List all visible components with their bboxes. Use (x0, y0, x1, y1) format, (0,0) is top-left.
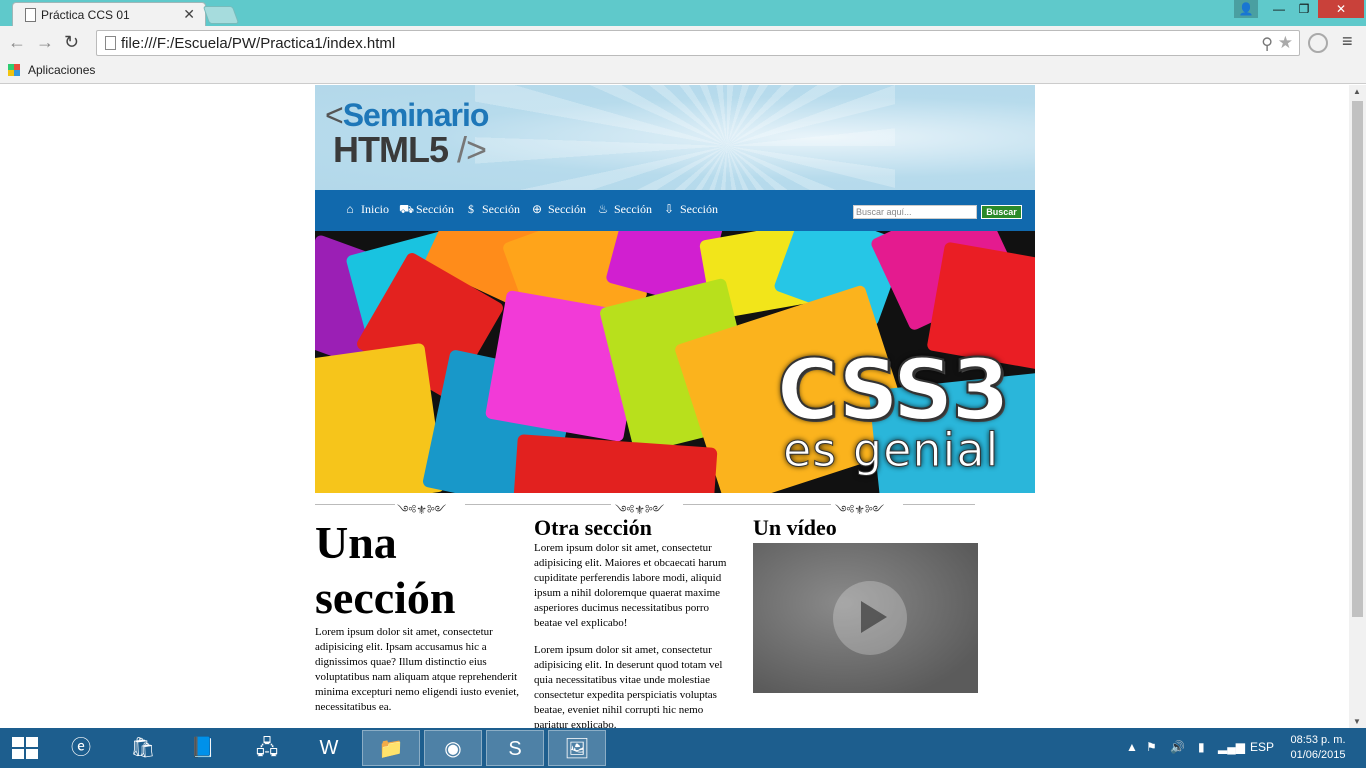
hero-subtitle: es genial (782, 423, 1000, 478)
browser-titlebar: Práctica CCS 01 ✕ 👤 — ❐ ✕ (0, 0, 1366, 26)
section-title: Otra sección (534, 515, 652, 540)
reload-icon[interactable]: ↻ (64, 32, 79, 53)
hero-image: CSS3 es genial (315, 231, 1035, 493)
start-button[interactable] (12, 737, 38, 759)
tab-close-icon[interactable]: ✕ (183, 6, 195, 23)
browser-toolbar: ← → ↻ file:///F:/Escuela/PW/Practica1/in… (0, 26, 1366, 60)
language-indicator[interactable]: ESP (1250, 740, 1274, 754)
nav-item-seccion-2[interactable]: $ Sección (465, 202, 520, 217)
sublime-text-icon[interactable]: S (486, 730, 544, 766)
video-player[interactable] (753, 543, 978, 693)
scroll-up-icon[interactable]: ▲ (1353, 87, 1361, 96)
scroll-thumb[interactable] (1352, 101, 1363, 617)
internet-explorer-icon[interactable]: ⓔ (52, 730, 110, 766)
ornament-divider: ༺⚜༻ (535, 497, 755, 517)
play-icon (861, 601, 887, 633)
globe-icon: ⊕ (531, 202, 543, 216)
dollar-icon: $ (468, 202, 474, 216)
file-explorer-icon[interactable]: 📁 (362, 730, 420, 766)
site-banner: <Seminario HTML5 /> (315, 85, 1035, 190)
restore-button[interactable]: ❐ (1292, 0, 1316, 18)
ornament-divider: ༺⚜༻ (755, 497, 975, 517)
network-icon[interactable]: 🖧 (238, 730, 296, 766)
section-column-1: Una sección Lorem ipsum dolor sit amet, … (315, 515, 531, 727)
wifi-icon[interactable]: ▂▄▆ (1218, 740, 1245, 754)
nav-item-inicio[interactable]: ⌂ Inicio (344, 202, 389, 217)
battery-icon[interactable]: ▮ (1198, 740, 1205, 754)
address-bar[interactable]: file:///F:/Escuela/PW/Practica1/index.ht… (96, 30, 1300, 56)
clock-date: 01/06/2015 (1290, 749, 1346, 761)
volume-icon[interactable]: 🔊 (1170, 740, 1185, 754)
banner-rays (475, 85, 895, 190)
scroll-down-icon[interactable]: ▼ (1353, 717, 1361, 726)
extension-icon[interactable] (1308, 33, 1328, 53)
clock-time: 08:53 p. m. (1290, 734, 1346, 746)
tray-expand-icon[interactable]: ▲ (1126, 740, 1138, 754)
store-icon[interactable]: 🛍 (114, 730, 172, 766)
close-window-button[interactable]: ✕ (1318, 0, 1364, 18)
forward-arrow-icon[interactable]: → (36, 32, 54, 53)
files-icon[interactable]: 📘 (174, 730, 232, 766)
action-center-icon[interactable]: ⚑ (1146, 740, 1157, 754)
zoom-icon[interactable]: ⚲ (1261, 34, 1273, 54)
bookmark-star-icon[interactable]: ★ (1278, 33, 1293, 53)
section-column-3: Un vídeo (753, 515, 978, 541)
address-text: file:///F:/Escuela/PW/Practica1/index.ht… (121, 35, 396, 52)
nav-item-seccion-4[interactable]: ♨ Sección (597, 202, 652, 217)
tab-practica[interactable]: Práctica CCS 01 ✕ (12, 2, 206, 26)
section-title: Una sección (315, 517, 456, 623)
section-title: Un vídeo (753, 515, 837, 540)
search-input[interactable]: Buscar aquí... (853, 205, 977, 219)
new-tab-button[interactable] (202, 6, 240, 24)
nav-item-seccion-5[interactable]: ⇩ Sección (663, 202, 718, 217)
bookmarks-bar: Aplicaciones (0, 60, 1366, 84)
menu-icon[interactable]: ≡ (1342, 31, 1353, 52)
section-text: Lorem ipsum dolor sit amet, consectetur … (534, 542, 727, 629)
section-column-2: Otra sección Lorem ipsum dolor sit amet,… (534, 515, 739, 728)
section-text: Lorem ipsum dolor sit amet, consectetur … (315, 626, 520, 713)
page-icon (25, 8, 36, 22)
page-viewport: <Seminario HTML5 /> ⌂ Inicio ⛟ Sección $ Se… (0, 85, 1366, 728)
chrome-icon[interactable]: ◉ (424, 730, 482, 766)
download-icon: ⇩ (663, 202, 675, 216)
vertical-scrollbar[interactable]: ▲ ▼ (1349, 85, 1366, 728)
tab-title: Práctica CCS 01 (41, 8, 130, 22)
clock[interactable]: 08:53 p. m. 01/06/2015 (1286, 733, 1350, 763)
site-navbar: ⌂ Inicio ⛟ Sección $ Sección ⊕ Sección ♨ Secc… (315, 190, 1035, 231)
page-container: <Seminario HTML5 /> ⌂ Inicio ⛟ Sección $ Se… (315, 85, 1035, 728)
page-icon (105, 36, 116, 50)
ornament-divider: ༺⚜༻ (315, 497, 535, 517)
nav-item-seccion-1[interactable]: ⛟ Sección (399, 202, 454, 217)
search-button[interactable]: Buscar (981, 205, 1022, 219)
apps-link[interactable]: Aplicaciones (28, 63, 95, 77)
section-text: Lorem ipsum dolor sit amet, consectetur … (534, 644, 723, 728)
windows-taskbar: ⓔ 🛍 📘 🖧 W 📁 ◉ S 🖼 ▲ ⚑ 🔊 ▮ ▂▄▆ ESP 08:53 … (0, 728, 1366, 768)
truck-icon: ⛟ (399, 202, 415, 216)
logo-html5: HTML5 /> (333, 129, 487, 170)
hero-cube (512, 434, 718, 493)
user-icon[interactable]: 👤 (1234, 0, 1258, 18)
apps-icon[interactable] (8, 64, 20, 76)
minimize-button[interactable]: — (1266, 0, 1292, 18)
fire-icon: ♨ (597, 202, 609, 216)
photos-icon[interactable]: 🖼 (548, 730, 606, 766)
back-arrow-icon[interactable]: ← (8, 32, 26, 53)
word-icon[interactable]: W (300, 730, 358, 766)
nav-item-seccion-3[interactable]: ⊕ Sección (531, 202, 586, 217)
play-button[interactable] (833, 581, 907, 655)
home-icon: ⌂ (346, 202, 354, 216)
